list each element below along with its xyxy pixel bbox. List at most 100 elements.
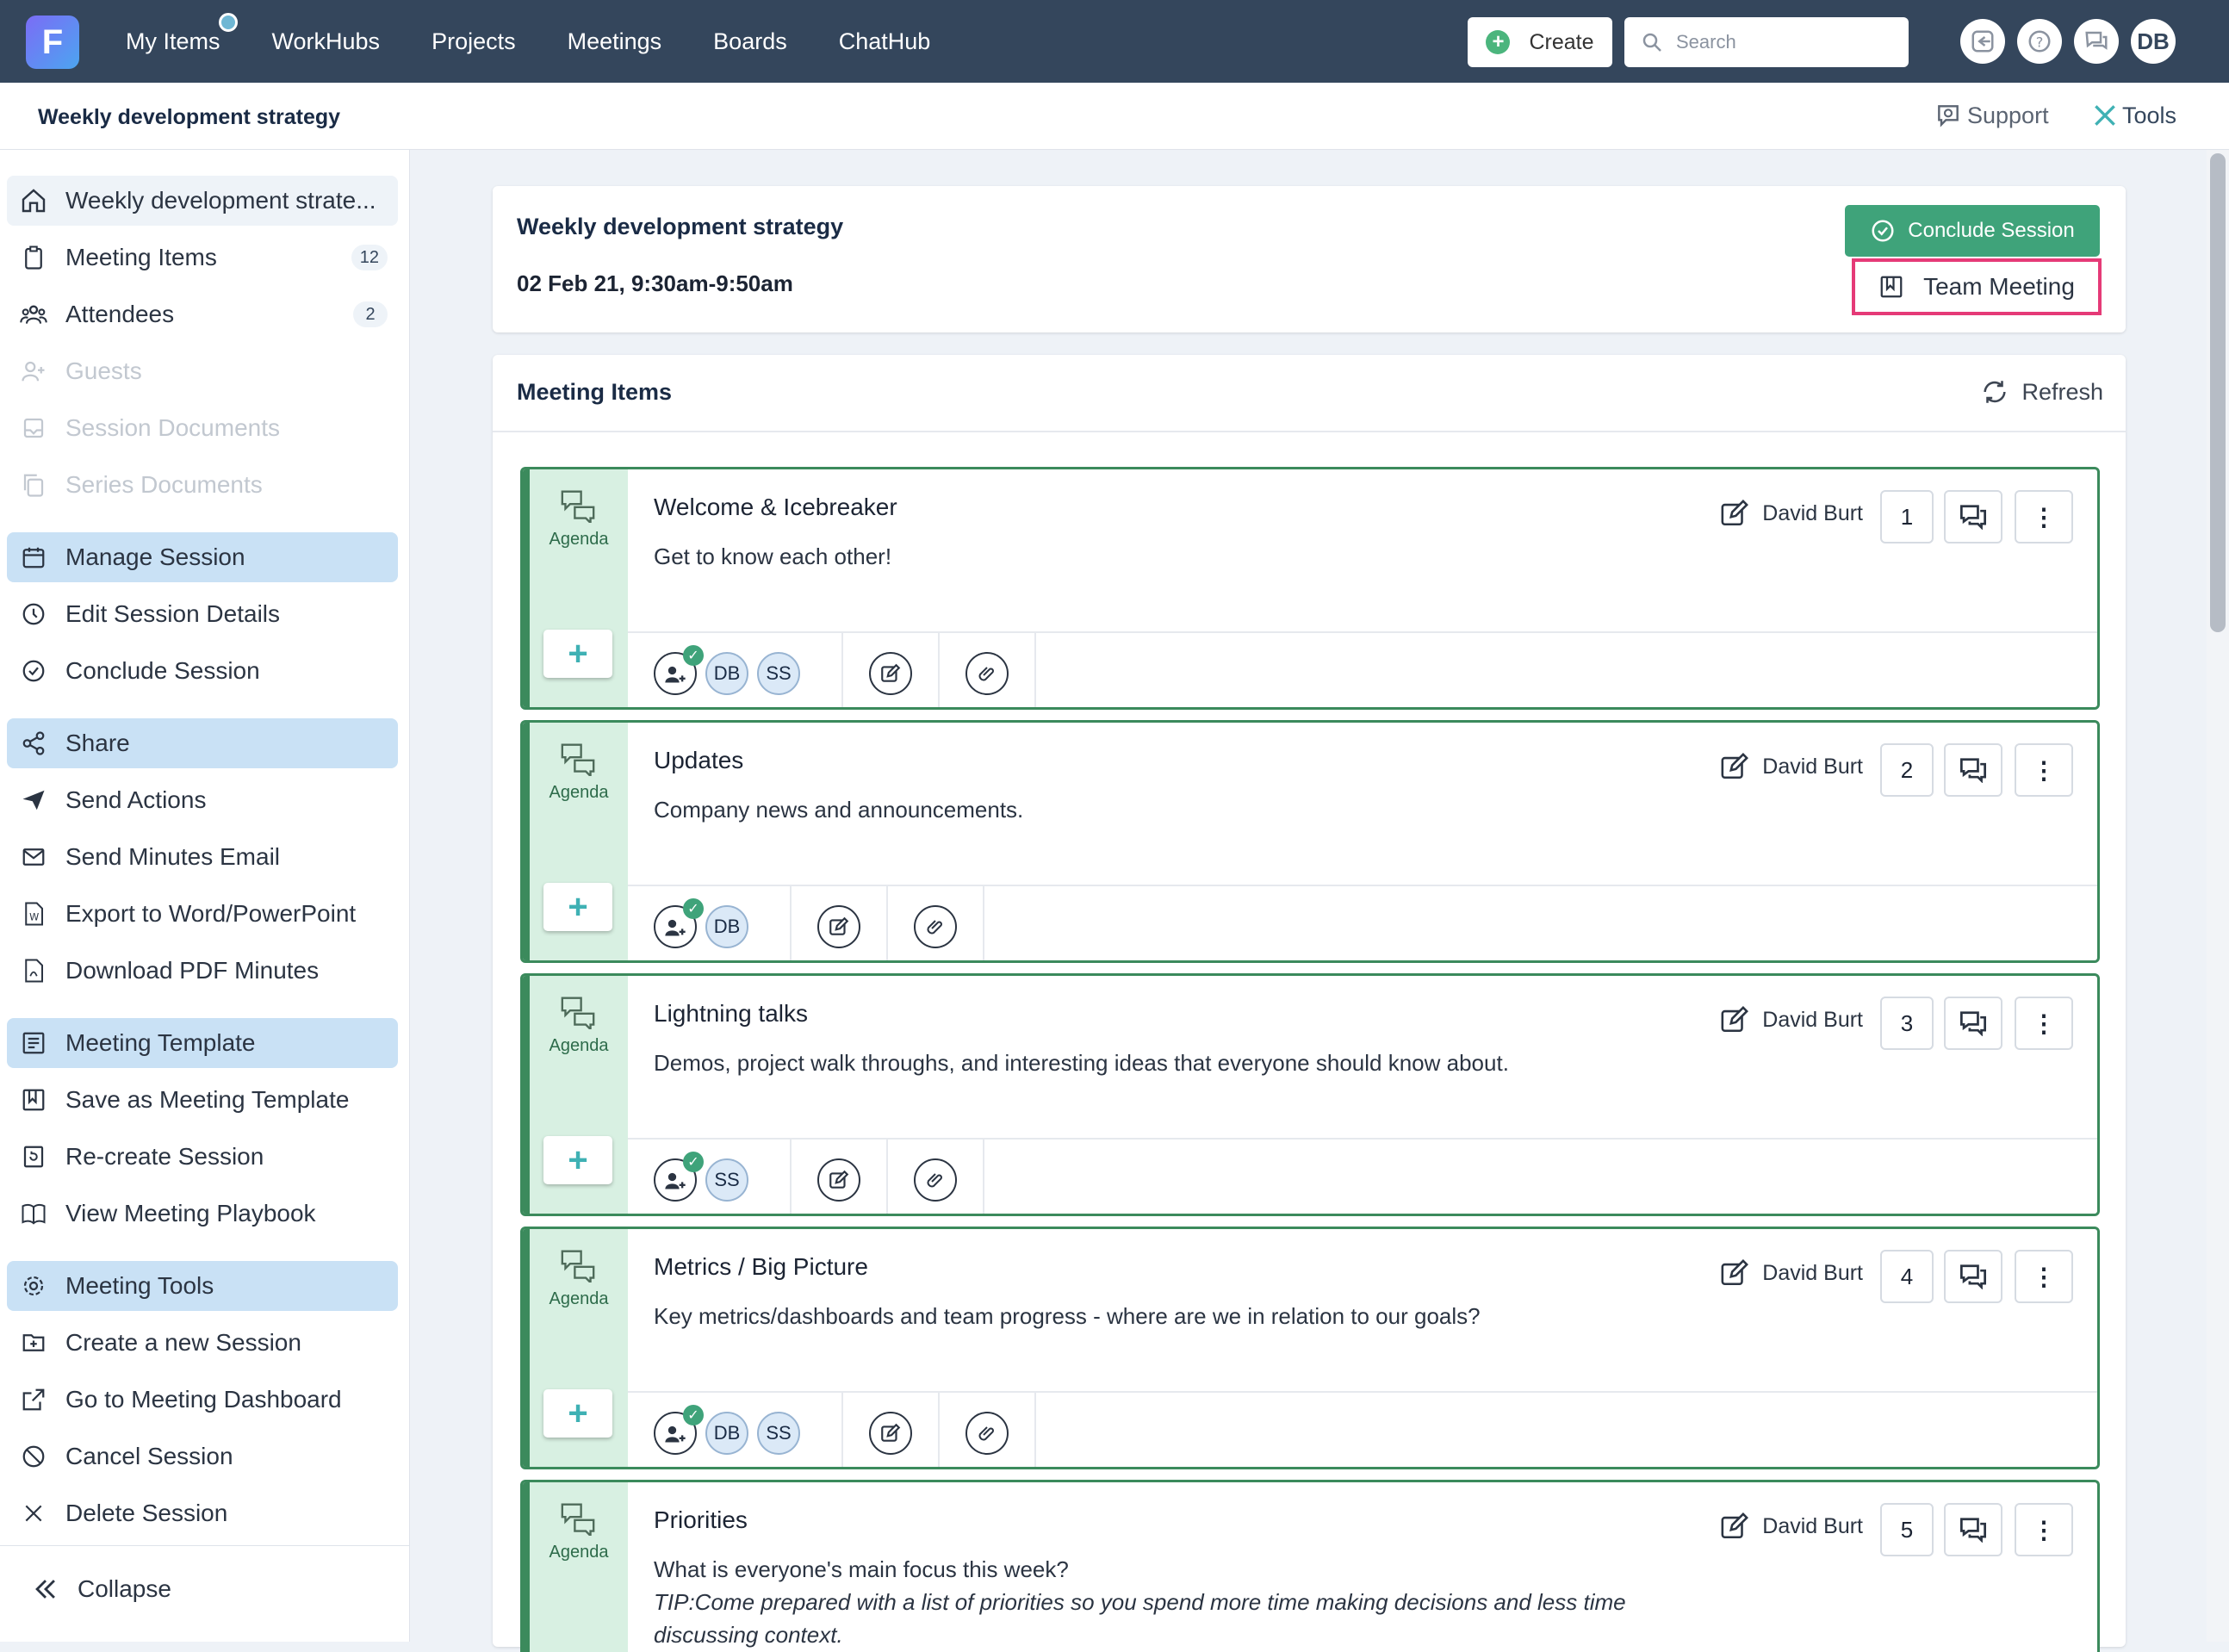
scrollbar-thumb[interactable] <box>2210 153 2226 632</box>
more-options-button[interactable]: ⋮ <box>2015 743 2073 797</box>
attachments-cell <box>888 1140 984 1214</box>
meeting-item-card[interactable]: Agenda + Updates Company news and announ… <box>520 720 2100 963</box>
attendee-avatar[interactable]: SS <box>757 1412 800 1455</box>
notes-icon[interactable] <box>869 1412 912 1455</box>
support-link[interactable]: Support <box>1934 102 2049 129</box>
meeting-item-card[interactable]: Agenda + Metrics / Big Picture Key metri… <box>520 1227 2100 1469</box>
meeting-item-card[interactable]: Agenda + Welcome & Icebreaker Get to kno… <box>520 467 2100 710</box>
help-icon[interactable]: ? <box>2017 19 2062 64</box>
agenda-panel: Agenda <box>530 1482 628 1652</box>
team-meeting-button[interactable]: Team Meeting <box>1852 258 2102 315</box>
attachment-icon[interactable] <box>965 652 1009 695</box>
item-owner[interactable]: David Burt <box>1719 1258 1863 1288</box>
sidebar-item-conclude-session[interactable]: Conclude Session <box>7 646 398 696</box>
nav-my-items[interactable]: My Items <box>126 12 238 55</box>
nav-chathub[interactable]: ChatHub <box>839 28 931 55</box>
item-title[interactable]: Welcome & Icebreaker <box>654 494 897 521</box>
item-number[interactable]: 4 <box>1880 1250 1934 1303</box>
item-owner[interactable]: David Burt <box>1719 752 1863 781</box>
item-title[interactable]: Metrics / Big Picture <box>654 1253 868 1281</box>
sidebar-section-share[interactable]: Share <box>7 718 398 768</box>
add-button[interactable]: + <box>543 883 612 931</box>
item-number[interactable]: 3 <box>1880 997 1934 1050</box>
sidebar-item-meeting-dashboard[interactable]: Go to Meeting Dashboard <box>7 1375 398 1425</box>
nav-projects[interactable]: Projects <box>432 28 516 55</box>
more-options-button[interactable]: ⋮ <box>2015 490 2073 543</box>
collapse-button[interactable]: Collapse <box>31 1574 171 1604</box>
sidebar-item-view-playbook[interactable]: View Meeting Playbook <box>7 1189 398 1239</box>
attendee-avatar[interactable]: DB <box>705 905 748 948</box>
exit-icon[interactable] <box>1960 19 2005 64</box>
sidebar-section-manage-session[interactable]: Manage Session <box>7 532 398 582</box>
item-number[interactable]: 1 <box>1880 490 1934 543</box>
meeting-item-card[interactable]: Agenda + Lightning talks Demos, project … <box>520 973 2100 1216</box>
item-number[interactable]: 5 <box>1880 1503 1934 1556</box>
attendee-avatar[interactable]: SS <box>705 1158 748 1202</box>
scrollbar[interactable] <box>2207 150 2229 1642</box>
item-title[interactable]: Priorities <box>654 1506 748 1534</box>
user-avatar[interactable]: DB <box>2131 19 2176 64</box>
notes-icon[interactable] <box>869 652 912 695</box>
more-options-button[interactable]: ⋮ <box>2015 997 2073 1050</box>
sidebar-item-delete-session[interactable]: Delete Session <box>7 1488 398 1538</box>
attendees-cell: ✓ DB <box>628 886 792 960</box>
sidebar-section-meeting-template[interactable]: Meeting Template <box>7 1018 398 1068</box>
comments-button[interactable] <box>1944 490 2002 543</box>
sidebar-item-session-home[interactable]: Weekly development strate... <box>7 176 398 226</box>
app-logo[interactable]: F <box>26 16 79 69</box>
sidebar-item-meeting-items[interactable]: Meeting Items 12 <box>7 233 398 283</box>
notes-icon[interactable] <box>817 1158 860 1202</box>
nav-boards[interactable]: Boards <box>713 28 787 55</box>
more-options-button[interactable]: ⋮ <box>2015 1503 2073 1556</box>
item-title[interactable]: Updates <box>654 747 743 774</box>
more-options-button[interactable]: ⋮ <box>2015 1250 2073 1303</box>
sidebar-item-send-minutes-email[interactable]: Send Minutes Email <box>7 832 398 882</box>
attachment-icon[interactable] <box>914 1158 957 1202</box>
sidebar-item-create-session[interactable]: Create a new Session <box>7 1318 398 1368</box>
add-button[interactable]: + <box>543 630 612 678</box>
comments-button[interactable] <box>1944 743 2002 797</box>
comments-button[interactable] <box>1944 997 2002 1050</box>
attachment-icon[interactable] <box>965 1412 1009 1455</box>
create-button[interactable]: + Create <box>1468 17 1612 67</box>
tools-link[interactable]: Tools <box>2091 102 2176 129</box>
add-button[interactable]: + <box>543 1136 612 1184</box>
attendee-avatar[interactable]: DB <box>705 1412 748 1455</box>
sidebar-item-edit-session-details[interactable]: Edit Session Details <box>7 589 398 639</box>
item-owner[interactable]: David Burt <box>1719 1005 1863 1034</box>
comments-button[interactable] <box>1944 1250 2002 1303</box>
attendee-avatar[interactable]: SS <box>757 652 800 695</box>
sidebar-item-recreate-session[interactable]: Re-create Session <box>7 1132 398 1182</box>
comments-button[interactable] <box>1944 1503 2002 1556</box>
sidebar-item-download-pdf[interactable]: Download PDF Minutes <box>7 946 398 996</box>
add-button[interactable]: + <box>543 1389 612 1438</box>
sidebar-item-label: Cancel Session <box>65 1443 233 1469</box>
add-attendee-icon[interactable]: ✓ <box>654 1405 704 1455</box>
item-owner[interactable]: David Burt <box>1719 499 1863 528</box>
notes-icon[interactable] <box>817 905 860 948</box>
sidebar-item-save-template[interactable]: Save as Meeting Template <box>7 1075 398 1125</box>
conclude-session-button[interactable]: Conclude Session <box>1845 205 2100 257</box>
sidebar-item-attendees[interactable]: Attendees 2 <box>7 289 398 339</box>
add-attendee-icon[interactable]: ✓ <box>654 1152 704 1202</box>
sidebar-item-send-actions[interactable]: Send Actions <box>7 775 398 825</box>
sidebar-item-cancel-session[interactable]: Cancel Session <box>7 1432 398 1481</box>
meeting-item-card[interactable]: Agenda Priorities What is everyone's mai… <box>520 1480 2100 1652</box>
search-input[interactable]: Search <box>1624 17 1909 67</box>
sidebar-section-meeting-tools[interactable]: Meeting Tools <box>7 1261 398 1311</box>
breadcrumb[interactable]: Weekly development strategy <box>38 105 340 130</box>
sidebar-item-export-word[interactable]: W Export to Word/PowerPoint <box>7 889 398 939</box>
add-attendee-icon[interactable]: ✓ <box>654 898 704 948</box>
nav-workhubs[interactable]: WorkHubs <box>272 28 381 55</box>
conclude-session-label: Conclude Session <box>1908 219 2075 242</box>
item-number[interactable]: 2 <box>1880 743 1934 797</box>
refresh-button[interactable]: Refresh <box>1980 377 2103 407</box>
add-attendee-icon[interactable]: ✓ <box>654 645 704 695</box>
sidebar-item-session-documents: Session Documents <box>7 403 398 453</box>
nav-meetings[interactable]: Meetings <box>568 28 662 55</box>
item-owner[interactable]: David Burt <box>1719 1512 1863 1541</box>
chat-icon[interactable] <box>2074 19 2119 64</box>
item-title[interactable]: Lightning talks <box>654 1000 808 1028</box>
attachment-icon[interactable] <box>914 905 957 948</box>
attendee-avatar[interactable]: DB <box>705 652 748 695</box>
